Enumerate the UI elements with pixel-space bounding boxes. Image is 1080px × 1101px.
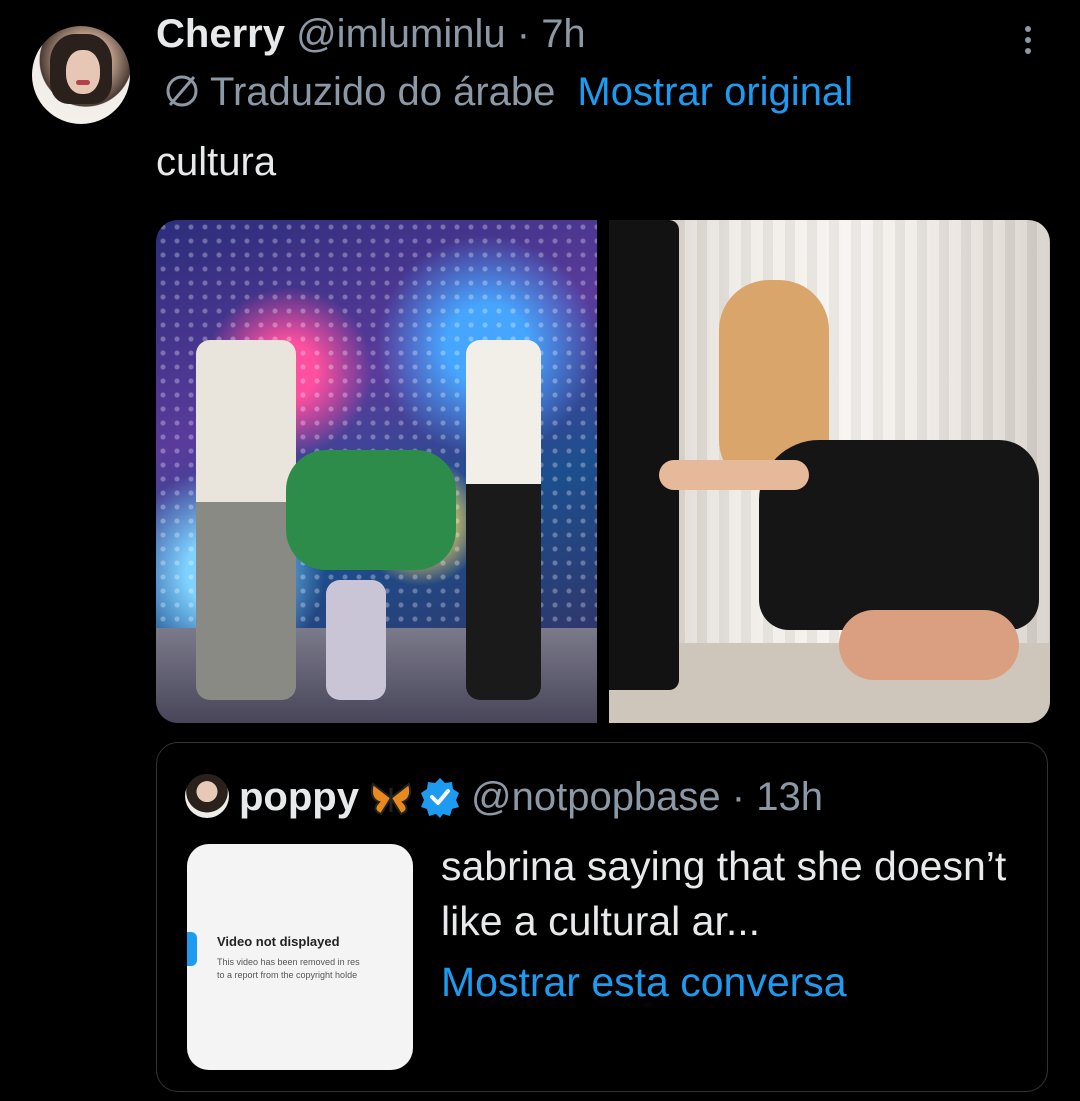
video-unavailable-line-1: This video has been removed in res [217,957,360,967]
more-options-icon[interactable] [1018,26,1038,60]
video-unavailable-title: Video not displayed [217,934,340,949]
media-image-2[interactable] [609,220,1050,723]
translation-row: Traduzido do árabe Mostrar original [164,66,853,118]
performer-center [286,450,456,570]
quoted-tweet-header: poppy @notpopbase · 13h [185,773,823,821]
performer-left [196,340,296,700]
quoted-tweet-text: sabrina saying that she doesn’t like a c… [441,843,1007,944]
tweet-text: cultura [156,140,277,184]
performer-boots [326,580,386,700]
header-separator: · [516,12,531,56]
author-avatar[interactable] [32,26,130,124]
video-thumbnail[interactable]: Video not displayed This video has been … [187,844,413,1070]
author-name[interactable]: Cherry [156,12,285,56]
quoted-author-handle[interactable]: @notpopbase [471,775,721,819]
media-image-1[interactable] [156,220,597,723]
quoted-author-name[interactable]: poppy [239,775,359,819]
show-conversation-link[interactable]: Mostrar esta conversa [441,955,847,1010]
avatar-face [66,50,100,94]
verified-badge-icon [420,778,459,818]
arm [659,460,809,490]
video-icon [187,932,197,966]
tweet-time[interactable]: 7h [541,12,586,56]
quoted-author-avatar[interactable] [185,774,229,818]
quoted-tweet-time[interactable]: 13h [756,775,823,819]
author-handle[interactable]: @imluminlu [296,12,506,56]
quoted-tweet[interactable]: poppy @notpopbase · 13h Video not displa… [156,742,1048,1092]
show-original-link[interactable]: Mostrar original [577,70,853,114]
butterfly-emoji-icon [370,782,412,816]
standing-figure [609,220,679,690]
performer-right [466,340,541,700]
video-unavailable-line-2: to a report from the copyright holde [217,970,358,980]
translate-icon [166,75,198,107]
tweet-media-grid [156,220,1050,723]
video-unavailable-body: This video has been removed in res to a … [217,956,360,982]
legs [839,610,1019,680]
quoted-header-separator: · [731,775,746,819]
translation-label: Traduzido do árabe [210,70,556,114]
avatar-lips [76,80,90,85]
tweet-header: Cherry @imluminlu · 7h [156,8,586,60]
